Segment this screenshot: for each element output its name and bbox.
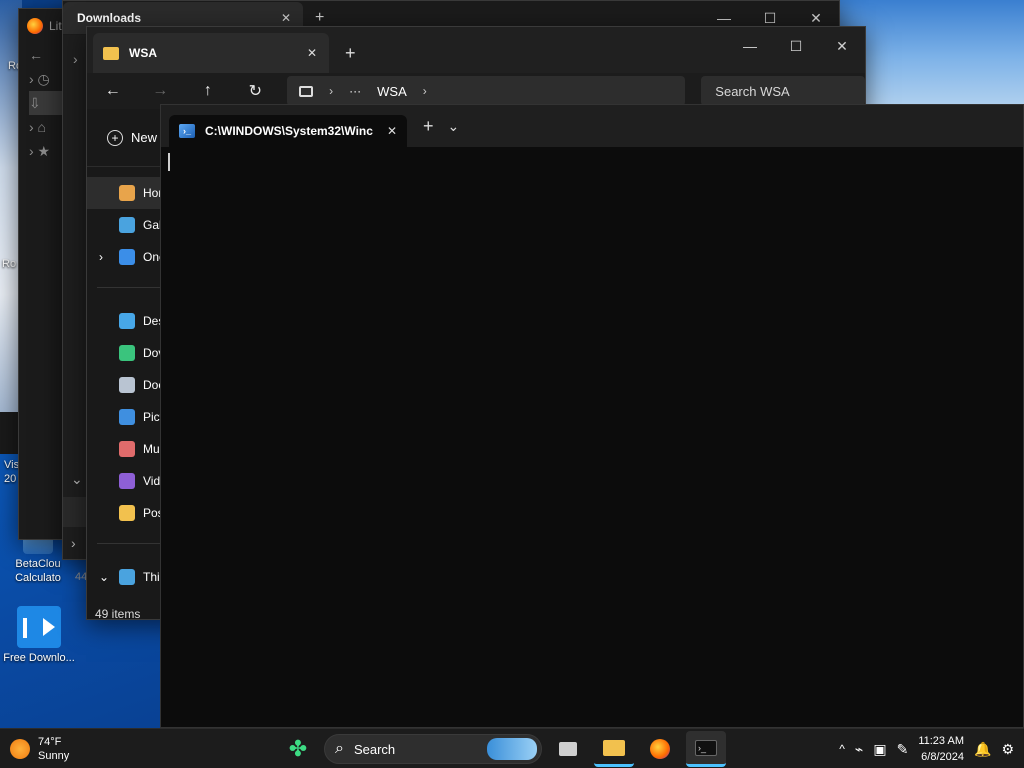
terminal-window[interactable]: ›_ C:\WINDOWS\System32\Winc ✕ + ⌄ (160, 104, 1024, 728)
sidebar-item-label: Mu (143, 442, 160, 456)
sidebar-item[interactable]: ⌄ This (87, 561, 166, 593)
firefox-taskbar-icon[interactable] (640, 731, 680, 767)
terminal-tab[interactable]: ›_ C:\WINDOWS\System32\Winc ✕ (169, 115, 407, 147)
clock[interactable]: 11:23 AM 6/8/2024 (918, 733, 964, 765)
sidebar-item[interactable]: Mu (87, 433, 161, 465)
window-title: Lit (49, 19, 62, 33)
task-view-icon[interactable] (548, 731, 588, 767)
new-label: New (131, 130, 158, 145)
refresh-icon[interactable]: ↻ (240, 75, 272, 107)
folder-icon (103, 46, 119, 60)
notification-bell-icon[interactable]: 🔔 (974, 741, 991, 758)
back-icon[interactable]: ← (97, 75, 129, 107)
search-label: Search (353, 741, 396, 757)
music-folder-icon (119, 441, 135, 457)
sidebar-item[interactable]: Gall (87, 209, 164, 241)
chevron-right-icon[interactable]: › (71, 535, 76, 551)
sidebar-item[interactable]: › One (87, 241, 166, 273)
add-icon: + (107, 129, 123, 146)
desktop-icon-free-download[interactable]: Free Downlo... (3, 606, 75, 665)
onedrive-icon (119, 249, 135, 265)
download-manager-icon (17, 606, 61, 648)
desktop-icon-label: Free Downlo... (3, 652, 75, 664)
tab-wsa[interactable]: WSA ✕ (93, 33, 329, 73)
sidebar-divider (97, 543, 161, 544)
chevron-right-icon[interactable]: › (99, 250, 103, 264)
close-icon[interactable]: ✕ (281, 11, 291, 25)
address-bar[interactable]: › ··· WSA › (287, 76, 686, 106)
weather-widget[interactable]: 74°F Sunny (10, 735, 69, 763)
chevron-right-icon[interactable]: › (423, 84, 427, 98)
clock-date: 6/8/2024 (921, 751, 964, 763)
terminal-tab-strip: ›_ C:\WINDOWS\System32\Winc ✕ + ⌄ (161, 105, 1023, 147)
search-icon: ⌕ (335, 740, 344, 757)
status-bar: 49 items (95, 607, 155, 621)
this-pc-icon (299, 85, 314, 97)
downloads-folder-icon (119, 345, 135, 361)
taskbar: 74°F Sunny ✤ ⌕ Search ›_ ^ ⌁ ▣ ✎ 11:23 A… (0, 728, 1024, 768)
taskbar-search[interactable]: ⌕ Search (324, 734, 542, 764)
tab-dropdown-icon[interactable]: ⌄ (448, 118, 460, 135)
terminal-output-area[interactable] (161, 147, 1023, 727)
clock-time: 11:23 AM (918, 735, 964, 747)
sidebar-item[interactable]: Doc (87, 369, 164, 401)
sidebar-item[interactable]: Pos (87, 497, 164, 529)
sun-icon (10, 738, 30, 759)
weather-desc: Sunny (38, 749, 70, 762)
search-placeholder: Search WSA (715, 83, 790, 99)
up-icon[interactable]: ↑ (192, 75, 224, 107)
pen-icon[interactable]: ✎ (897, 741, 909, 758)
new-tab-icon[interactable]: + (423, 116, 434, 137)
home-icon (119, 185, 135, 201)
tab-title: Downloads (77, 11, 142, 25)
sidebar-item[interactable]: Pict (87, 401, 163, 433)
add-tab-icon[interactable]: + (345, 43, 356, 64)
maximize-icon[interactable]: ☐ (773, 30, 819, 62)
display-icon[interactable]: ▣ (873, 741, 886, 758)
terminal-tab-title: C:\WINDOWS\System32\Winc (205, 124, 373, 138)
tab-title: WSA (129, 46, 157, 60)
weather-temp: 74°F (38, 735, 62, 748)
chevron-down-icon[interactable]: ⌄ (99, 570, 109, 584)
close-window-icon[interactable]: ✕ (819, 30, 865, 62)
desktop-icon-label: BetaClou Calculato (15, 558, 61, 584)
desktop-folder-icon (119, 313, 135, 329)
selected-nav-item[interactable] (63, 497, 87, 527)
powershell-icon: ›_ (179, 124, 195, 138)
terminal-taskbar-icon[interactable]: ›_ (686, 731, 726, 767)
add-tab-icon[interactable]: + (315, 9, 324, 27)
forward-icon[interactable]: → (145, 75, 177, 107)
file-explorer-icon[interactable] (594, 731, 634, 767)
widgets-clover-icon[interactable]: ✤ (278, 731, 318, 767)
sidebar-divider (97, 287, 161, 288)
sidebar-item[interactable]: Vide (87, 465, 167, 497)
sidebar-item[interactable]: Des (87, 305, 164, 337)
close-tab-icon[interactable]: ✕ (307, 46, 317, 60)
pictures-folder-icon (119, 409, 135, 425)
item-count: 49 items (95, 607, 141, 621)
sidebar-item[interactable]: Hor (87, 177, 162, 209)
breadcrumb-more[interactable]: ··· (349, 84, 361, 98)
videos-folder-icon (119, 473, 135, 489)
network-icon[interactable]: ⌁ (855, 741, 863, 758)
this-pc-icon (119, 569, 135, 585)
chevron-right-icon: › (329, 84, 334, 98)
gallery-icon (119, 217, 135, 233)
chevron-down-icon[interactable]: ⌄ (71, 471, 83, 488)
breadcrumb-folder[interactable]: WSA (377, 84, 407, 99)
desktop-partial-label: Ro (2, 258, 17, 270)
show-hidden-icons-icon[interactable]: ^ (839, 742, 845, 756)
search-highlight-icon (487, 738, 537, 760)
documents-folder-icon (119, 377, 135, 393)
sidebar-item[interactable]: Dov (87, 337, 164, 369)
minimize-icon[interactable]: — (727, 30, 773, 62)
wallpaper-sky (840, 0, 1024, 104)
quick-settings-icon[interactable]: ⚙ (1001, 741, 1014, 758)
close-tab-icon[interactable]: ✕ (387, 124, 397, 138)
firefox-icon (27, 18, 43, 34)
folder-icon (119, 505, 135, 521)
search-input[interactable]: Search WSA (701, 76, 866, 106)
